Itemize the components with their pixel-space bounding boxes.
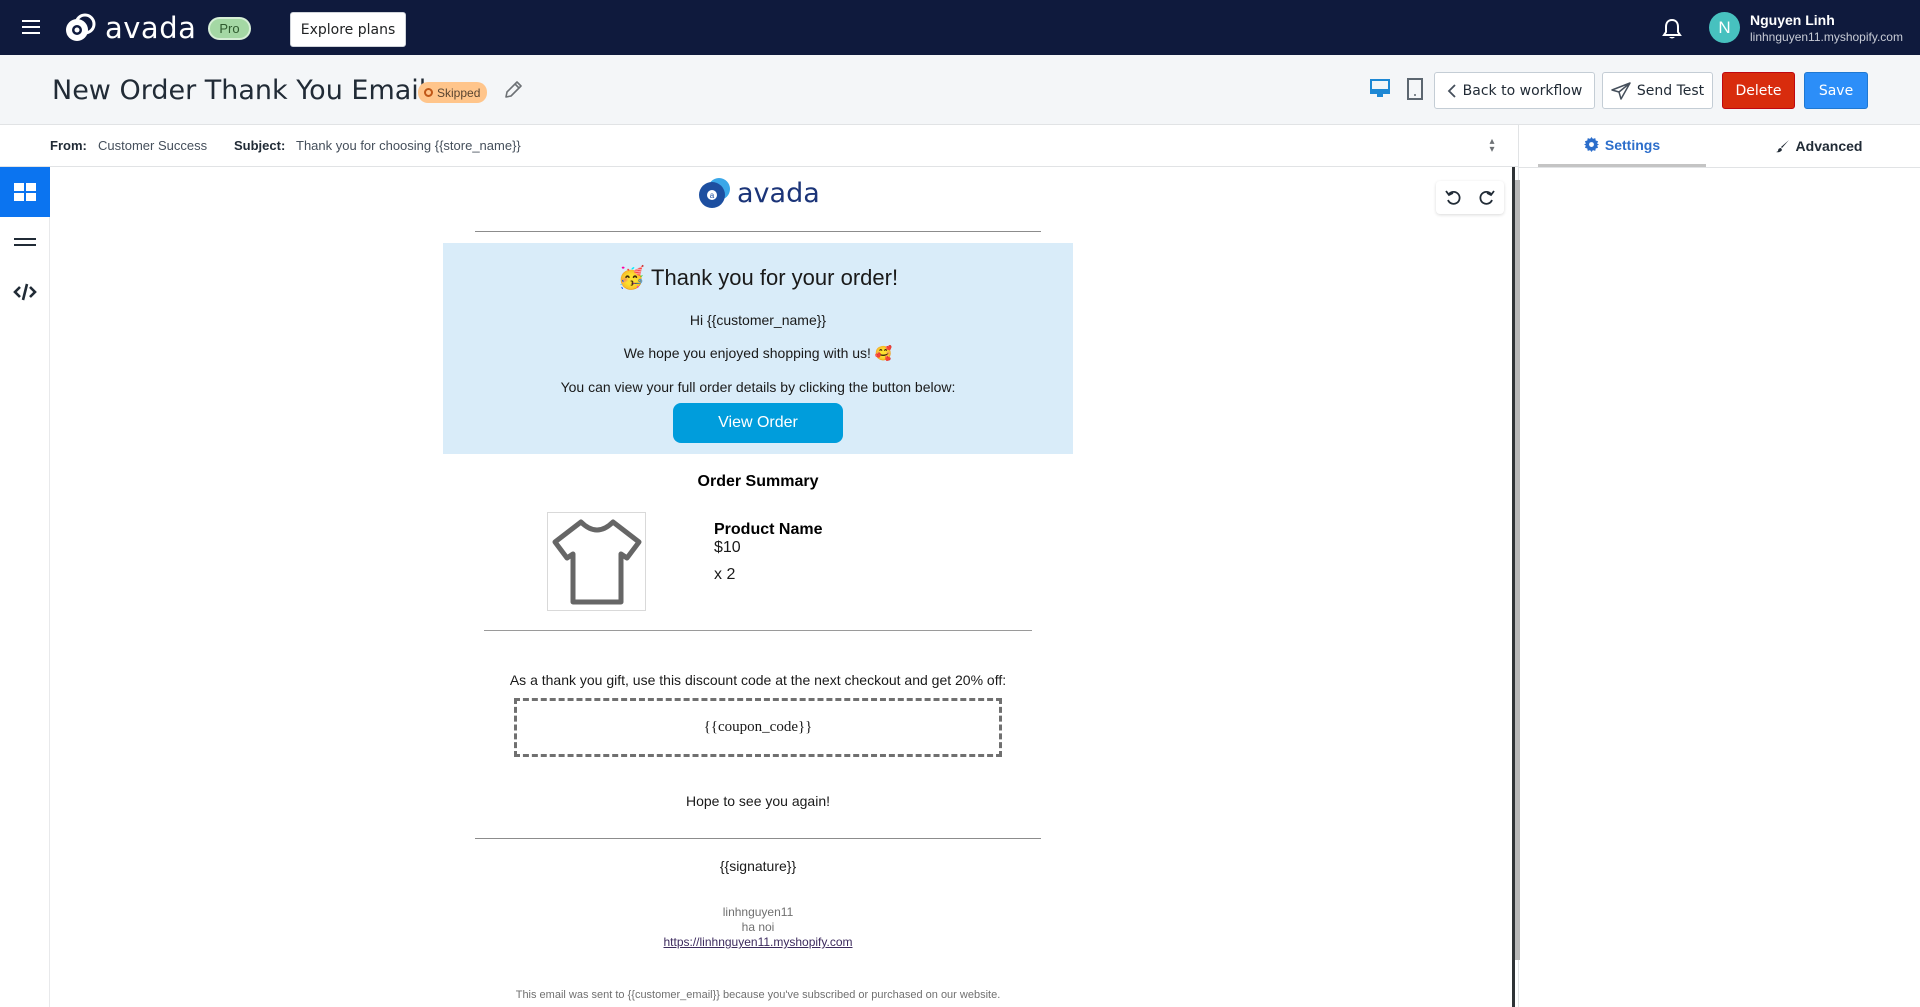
rows-icon (14, 238, 36, 246)
footer-note: This email was sent to {{customer_email}… (515, 989, 1001, 1001)
save-button[interactable]: Save (1804, 72, 1868, 109)
explore-plans-button[interactable]: Explore plans (290, 12, 406, 47)
user-name[interactable]: Nguyen Linh (1750, 12, 1835, 28)
smiling-hearts-emoji-icon: 🥰 (874, 345, 893, 361)
store-address: ha noi (741, 920, 775, 934)
blocks-grid-icon (14, 183, 36, 201)
store-url-link[interactable]: https://linhnguyen11.myshopify.com (664, 935, 853, 949)
canvas-scrollbar[interactable] (1515, 180, 1520, 960)
send-test-label: Send Test (1636, 82, 1705, 99)
discount-text: As a thank you gift, use this discount c… (509, 672, 1007, 688)
from-value[interactable]: Customer Success (98, 138, 207, 153)
gear-icon (1583, 137, 1599, 152)
top-navigation-bar: avada Pro Explore plans N Nguyen Linh li… (0, 0, 1920, 55)
tab-settings[interactable]: Settings (1538, 125, 1706, 167)
coupon-code-box: {{coupon_code}} (514, 698, 1002, 757)
code-icon (13, 283, 37, 301)
subject-label: Subject: (234, 138, 286, 153)
redo-icon[interactable] (1479, 189, 1495, 206)
status-badge: Skipped (418, 82, 488, 103)
brand-logo[interactable]: avada Pro (63, 11, 251, 45)
product-name: Product Name (714, 521, 823, 538)
party-face-emoji-icon: 🥳 (617, 265, 646, 290)
email-logo-text: avada (737, 177, 820, 209)
email-meta-bar: From: Customer Success Subject: Thank yo… (0, 125, 1518, 167)
settings-panel: Settings Advanced (1518, 125, 1920, 1007)
store-name: linhnguyen11 (722, 905, 794, 919)
menu-icon[interactable] (22, 17, 40, 37)
tab-advanced-label: Advanced (1795, 138, 1863, 154)
status-label: Skipped (437, 85, 481, 100)
status-dot-icon (424, 88, 433, 97)
closing-text: Hope to see you again! (686, 793, 830, 809)
tab-advanced[interactable]: Advanced (1719, 125, 1919, 167)
avada-logo-icon: a (699, 178, 730, 208)
history-controls (1436, 181, 1504, 214)
expand-collapse-icon[interactable]: ▴ ▾ (1486, 137, 1498, 155)
delete-button[interactable]: Delete (1722, 72, 1795, 109)
sidebar-item-blocks[interactable] (0, 167, 50, 217)
order-summary-heading: Order Summary (697, 473, 819, 490)
divider (475, 838, 1041, 839)
hero-line-2: You can view your full order details by … (560, 379, 956, 395)
tab-settings-label: Settings (1604, 136, 1661, 153)
product-image (547, 512, 646, 611)
brush-icon (1775, 140, 1789, 153)
hero-line-1: We hope you enjoyed shopping with us! 🥰 (443, 345, 1073, 362)
editor-sidebar (0, 167, 50, 1007)
product-price: $10 (714, 539, 741, 556)
pencil-icon[interactable] (502, 79, 524, 101)
send-test-button[interactable]: Send Test (1602, 72, 1713, 109)
hero-title-text: Thank you for your order! (651, 265, 899, 290)
sidebar-item-rows[interactable] (0, 217, 50, 267)
panel-divider (1519, 167, 1920, 168)
from-label: From: (50, 138, 87, 153)
divider (484, 630, 1032, 631)
mobile-preview-icon[interactable] (1406, 78, 1424, 100)
signature: {{signature}} (719, 858, 797, 874)
chevron-left-icon (1447, 83, 1456, 98)
greeting: Hi {{customer_name}} (689, 312, 827, 328)
hero-title: 🥳 Thank you for your order! (443, 265, 1073, 291)
hero-line-1-text: We hope you enjoyed shopping with us! (623, 345, 871, 361)
send-icon (1611, 81, 1631, 100)
plan-badge: Pro (208, 16, 251, 40)
svg-text:a: a (710, 191, 715, 200)
divider (475, 231, 1041, 232)
avada-cloud-icon (66, 13, 96, 41)
email-logo[interactable]: a avada (697, 177, 820, 209)
page-title: New Order Thank You Email (52, 75, 427, 106)
product-quantity: x 2 (714, 566, 736, 583)
desktop-preview-icon[interactable] (1368, 77, 1392, 101)
avatar[interactable]: N (1709, 12, 1740, 43)
brand-name: avada (105, 11, 197, 45)
hero-section: 🥳 Thank you for your order! Hi {{custome… (443, 243, 1073, 454)
view-order-button[interactable]: View Order (673, 403, 843, 443)
subject-value[interactable]: Thank you for choosing {{store_name}} (296, 138, 521, 153)
back-to-workflow-button[interactable]: Back to workflow (1434, 72, 1595, 109)
back-to-workflow-label: Back to workflow (1462, 82, 1583, 99)
undo-icon[interactable] (1445, 189, 1461, 206)
tshirt-icon (552, 519, 641, 604)
bell-icon[interactable] (1662, 18, 1682, 40)
store-url-row: https://linhnguyen11.myshopify.com (443, 935, 1073, 949)
sidebar-item-code[interactable] (0, 267, 50, 317)
user-shop-domain: linhnguyen11.myshopify.com (1750, 30, 1903, 44)
